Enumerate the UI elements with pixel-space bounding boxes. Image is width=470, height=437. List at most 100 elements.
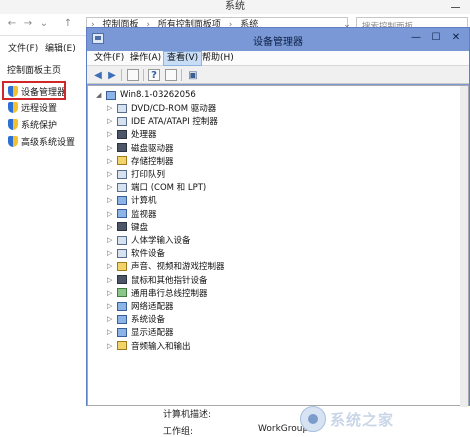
device-category-item[interactable]: ▷ 人体学输入设备 (107, 234, 191, 246)
toolbar-divider (121, 69, 122, 81)
expand-arrow-icon[interactable]: ▷ (107, 302, 115, 310)
device-category-label: IDE ATA/ATAPI 控制器 (131, 117, 218, 128)
device-category-label: 磁盘驱动器 (131, 143, 174, 154)
device-category-label: 打印队列 (131, 170, 166, 180)
outer-window-titlebar: 系统 (0, 0, 470, 14)
menu-action[interactable]: 操作(A) (127, 51, 164, 66)
sidebar-item-label: 系统保护 (21, 120, 58, 131)
expand-arrow-icon[interactable]: ▷ (107, 249, 115, 257)
shield-icon (8, 135, 18, 147)
vertical-scrollbar[interactable] (460, 86, 468, 407)
device-manager-titlebar[interactable]: 设备管理器 — ☐ ✕ (87, 28, 469, 50)
device-category-icon (117, 341, 127, 351)
back-arrow-icon[interactable]: ← (6, 18, 18, 30)
toolbar-divider (181, 69, 182, 81)
device-category-item[interactable]: ▷ 音频输入和输出 (107, 340, 191, 352)
forward-arrow-icon[interactable]: ▶ (105, 68, 119, 82)
expand-arrow-icon[interactable]: ▷ (107, 130, 115, 138)
device-category-label: 通用串行总线控制器 (131, 288, 208, 299)
expand-arrow-icon[interactable]: ▷ (107, 117, 115, 125)
expand-arrow-icon[interactable]: ▷ (107, 183, 115, 191)
device-category-item[interactable]: ▷ 磁盘驱动器 (107, 142, 174, 154)
device-category-item[interactable]: ▷ 软件设备 (107, 247, 165, 259)
device-category-icon (117, 209, 127, 219)
expand-arrow-icon[interactable]: ▷ (107, 223, 115, 231)
device-category-icon (117, 169, 127, 179)
device-category-item[interactable]: ▷ 计算机 (107, 194, 157, 206)
device-category-label: 网络适配器 (131, 302, 174, 312)
sidebar-item-label: 高级系统设置 (21, 137, 76, 148)
shield-icon (8, 101, 18, 113)
expand-arrow-icon[interactable]: ▷ (107, 342, 115, 350)
expand-arrow-icon[interactable]: ▷ (107, 315, 115, 323)
device-category-label: 鼠标和其他指针设备 (131, 275, 208, 286)
up-arrow-icon[interactable]: ↑ (62, 18, 74, 30)
device-category-item[interactable]: ▷ 声音、视频和游戏控制器 (107, 260, 225, 272)
device-manager-menu-bar: 文件(F) 操作(A) 查看(V) 帮助(H) (87, 51, 469, 66)
device-category-label: 处理器 (131, 130, 157, 141)
expand-arrow-icon[interactable]: ▷ (107, 157, 115, 165)
sidebar-item-system-protection[interactable]: 系统保护 (8, 117, 57, 131)
menu-file[interactable]: 文件(F) (8, 41, 38, 54)
device-category-item[interactable]: ▷ 系统设备 (107, 313, 165, 325)
expand-arrow-icon[interactable]: ▷ (107, 262, 115, 270)
expand-arrow-icon[interactable]: ▷ (107, 236, 115, 244)
sidebar-item-advanced-settings[interactable]: 高级系统设置 (8, 134, 75, 148)
recent-dropdown-icon[interactable]: ⌄ (38, 18, 50, 30)
close-button[interactable]: ✕ (447, 31, 465, 45)
properties-icon[interactable] (165, 69, 177, 81)
device-category-item[interactable]: ▷ 鼠标和其他指针设备 (107, 274, 208, 286)
computer-icon (106, 90, 116, 100)
expand-arrow-icon[interactable]: ▷ (107, 276, 115, 284)
minimize-button[interactable]: — (407, 31, 425, 45)
device-category-icon (117, 156, 127, 166)
device-category-item[interactable]: ▷ 通用串行总线控制器 (107, 287, 208, 299)
watermark: 系统之家 (300, 402, 468, 436)
device-category-item[interactable]: ▷ 端口 (COM 和 LPT) (107, 181, 206, 193)
device-category-item[interactable]: ▷ 打印队列 (107, 168, 165, 180)
minimize-icon[interactable] (451, 7, 460, 8)
device-category-item[interactable]: ▷ 键盘 (107, 221, 148, 233)
expand-arrow-icon[interactable]: ▷ (107, 144, 115, 152)
device-category-item[interactable]: ▷ IDE ATA/ATAPI 控制器 (107, 115, 218, 127)
sidebar-item-remote-settings[interactable]: 远程设置 (8, 100, 57, 114)
device-category-item[interactable]: ▷ 网络适配器 (107, 300, 174, 312)
device-category-label: 端口 (COM 和 LPT) (131, 183, 207, 194)
control-panel-home-link[interactable]: 控制面板主页 (7, 63, 61, 76)
tree-root-node[interactable]: ◢ Win8.1-03262056 (96, 89, 196, 101)
menu-help[interactable]: 帮助(H) (199, 51, 237, 66)
forward-arrow-icon[interactable]: → (22, 18, 34, 30)
expand-arrow-icon[interactable]: ▷ (107, 289, 115, 297)
expand-arrow-icon[interactable]: ▷ (107, 170, 115, 178)
back-arrow-icon[interactable]: ◀ (91, 68, 105, 82)
device-category-label: 计算机 (131, 196, 157, 207)
device-category-icon (117, 235, 127, 245)
expand-arrow-icon[interactable]: ▷ (107, 328, 115, 336)
device-category-label: 键盘 (131, 222, 149, 233)
device-category-label: 声音、视频和游戏控制器 (131, 262, 225, 273)
device-category-item[interactable]: ▷ 处理器 (107, 128, 157, 140)
expand-arrow-icon[interactable]: ▷ (107, 104, 115, 112)
device-category-icon (117, 129, 127, 139)
workgroup-label: 工作组: (163, 427, 194, 437)
maximize-button[interactable]: ☐ (427, 31, 445, 45)
device-category-icon (117, 327, 127, 337)
expand-arrow-icon[interactable]: ▷ (107, 196, 115, 204)
watermark-logo-icon (300, 406, 326, 432)
device-category-icon (117, 261, 127, 271)
collapse-arrow-icon[interactable]: ◢ (96, 91, 104, 99)
device-category-item[interactable]: ▷ 监视器 (107, 208, 157, 220)
device-tree: ◢ Win8.1-03262056 ▷ DVD/CD-ROM 驱动器 ▷ IDE AT… (87, 85, 469, 407)
scan-hardware-icon[interactable]: ▣ (186, 68, 200, 82)
device-category-item[interactable]: ▷ DVD/CD-ROM 驱动器 (107, 102, 216, 114)
expand-arrow-icon[interactable]: ▷ (107, 210, 115, 218)
console-tree-icon[interactable] (127, 69, 139, 81)
device-category-item[interactable]: ▷ 存储控制器 (107, 155, 174, 167)
device-category-item[interactable]: ▷ 显示适配器 (107, 326, 174, 338)
menu-edit[interactable]: 编辑(E) (45, 41, 76, 54)
menu-file[interactable]: 文件(F) (91, 51, 127, 66)
menu-view[interactable]: 查看(V) (163, 51, 203, 66)
computer-description-label: 计算机描述: (163, 410, 212, 420)
help-icon[interactable]: ? (148, 69, 160, 81)
toolbar-divider (143, 69, 144, 81)
